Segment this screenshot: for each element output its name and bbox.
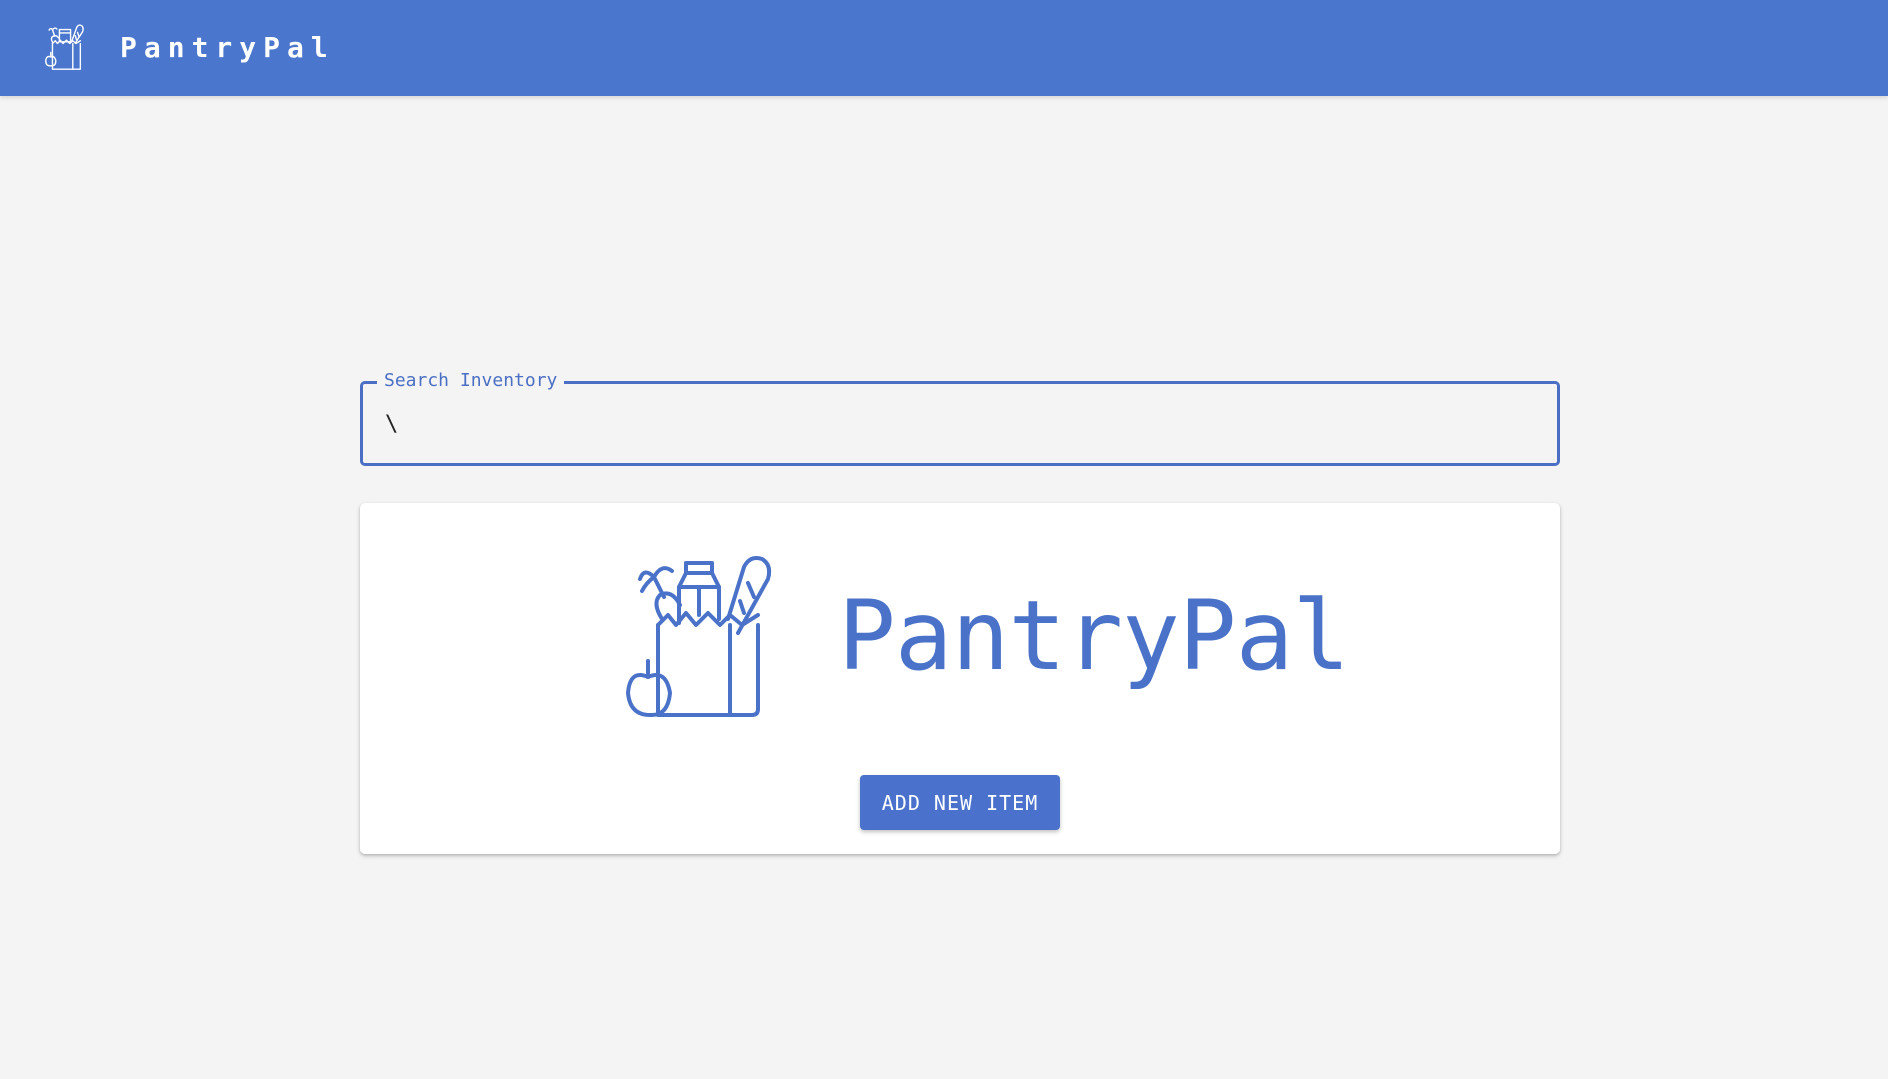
- grocery-bag-icon: [626, 556, 772, 717]
- add-new-item-button[interactable]: ADD NEW ITEM: [860, 775, 1060, 830]
- app-title: PantryPal: [120, 31, 335, 64]
- app-bar: PantryPal: [0, 0, 1888, 96]
- search-input[interactable]: [383, 402, 1533, 446]
- search-field[interactable]: Search Inventory: [360, 368, 1560, 466]
- card-title: PantryPal: [838, 580, 1350, 692]
- pantry-card: PantryPal ADD NEW ITEM: [360, 503, 1560, 854]
- grocery-bag-icon: [45, 24, 84, 70]
- search-label: Search Inventory: [377, 368, 565, 394]
